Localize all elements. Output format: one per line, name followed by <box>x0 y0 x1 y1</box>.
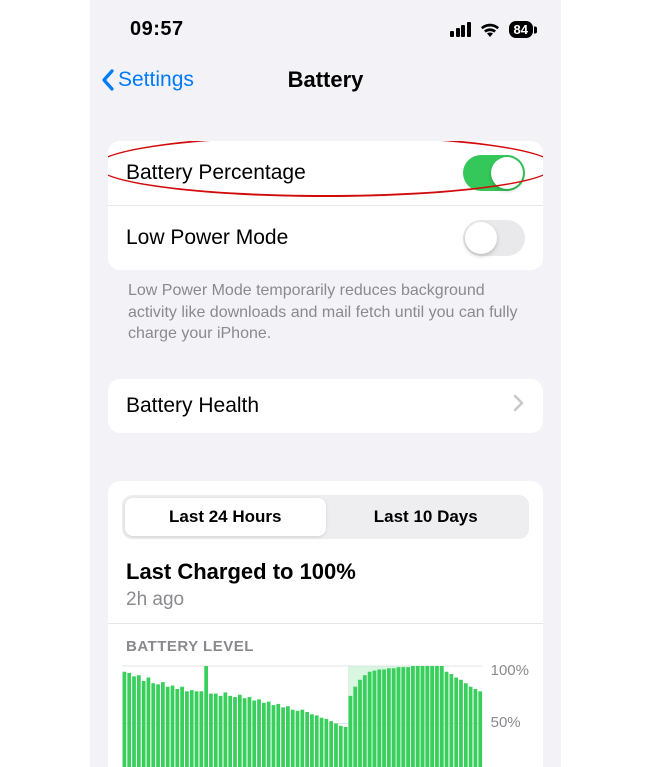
back-label: Settings <box>118 68 194 92</box>
settings-group-health: Battery Health <box>108 379 543 433</box>
last-charged-title: Last Charged to 100% <box>126 559 529 585</box>
cellular-signal-icon <box>450 22 471 37</box>
last-charged-subtitle: 2h ago <box>126 589 529 611</box>
low-power-footer-text: Low Power Mode temporarily reduces backg… <box>108 270 543 345</box>
settings-group-toggles: Battery Percentage Low Power Mode <box>108 141 543 270</box>
nav-header: Settings Battery <box>90 51 561 115</box>
wifi-icon <box>479 22 501 38</box>
row-battery-health[interactable]: Battery Health <box>108 379 543 433</box>
battery-health-label: Battery Health <box>126 394 259 418</box>
low-power-mode-label: Low Power Mode <box>126 226 288 250</box>
ytick-50: 50% <box>491 714 529 731</box>
chevron-right-icon <box>513 394 525 417</box>
chart-title: BATTERY LEVEL <box>126 638 529 655</box>
divider <box>108 623 543 624</box>
battery-percentage-toggle[interactable] <box>463 155 525 191</box>
back-button[interactable]: Settings <box>100 68 194 92</box>
battery-status-icon: 84 <box>509 21 533 38</box>
ytick-100: 100% <box>491 662 529 679</box>
usage-card: Last 24 Hours Last 10 Days Last Charged … <box>108 481 543 767</box>
tab-last-10-days[interactable]: Last 10 Days <box>326 498 527 536</box>
chevron-left-icon <box>100 68 116 92</box>
battery-level-chart: 100% 50% 0% <box>122 661 529 767</box>
chart-y-labels: 100% 50% 0% <box>483 661 529 767</box>
time-range-segmented-control[interactable]: Last 24 Hours Last 10 Days <box>122 495 529 539</box>
page-title: Battery <box>288 67 364 93</box>
low-power-mode-toggle[interactable] <box>463 220 525 256</box>
status-icons: 84 <box>450 21 533 38</box>
status-bar: 09:57 84 <box>90 0 561 51</box>
phone-screen: 09:57 84 Settings Battery Battery Percen… <box>90 0 561 767</box>
status-time: 09:57 <box>130 18 184 41</box>
chart-svg <box>122 661 483 767</box>
row-battery-percentage[interactable]: Battery Percentage <box>108 141 543 205</box>
battery-percentage-label: Battery Percentage <box>126 161 306 185</box>
tab-last-24-hours[interactable]: Last 24 Hours <box>125 498 326 536</box>
row-low-power-mode[interactable]: Low Power Mode <box>108 205 543 270</box>
